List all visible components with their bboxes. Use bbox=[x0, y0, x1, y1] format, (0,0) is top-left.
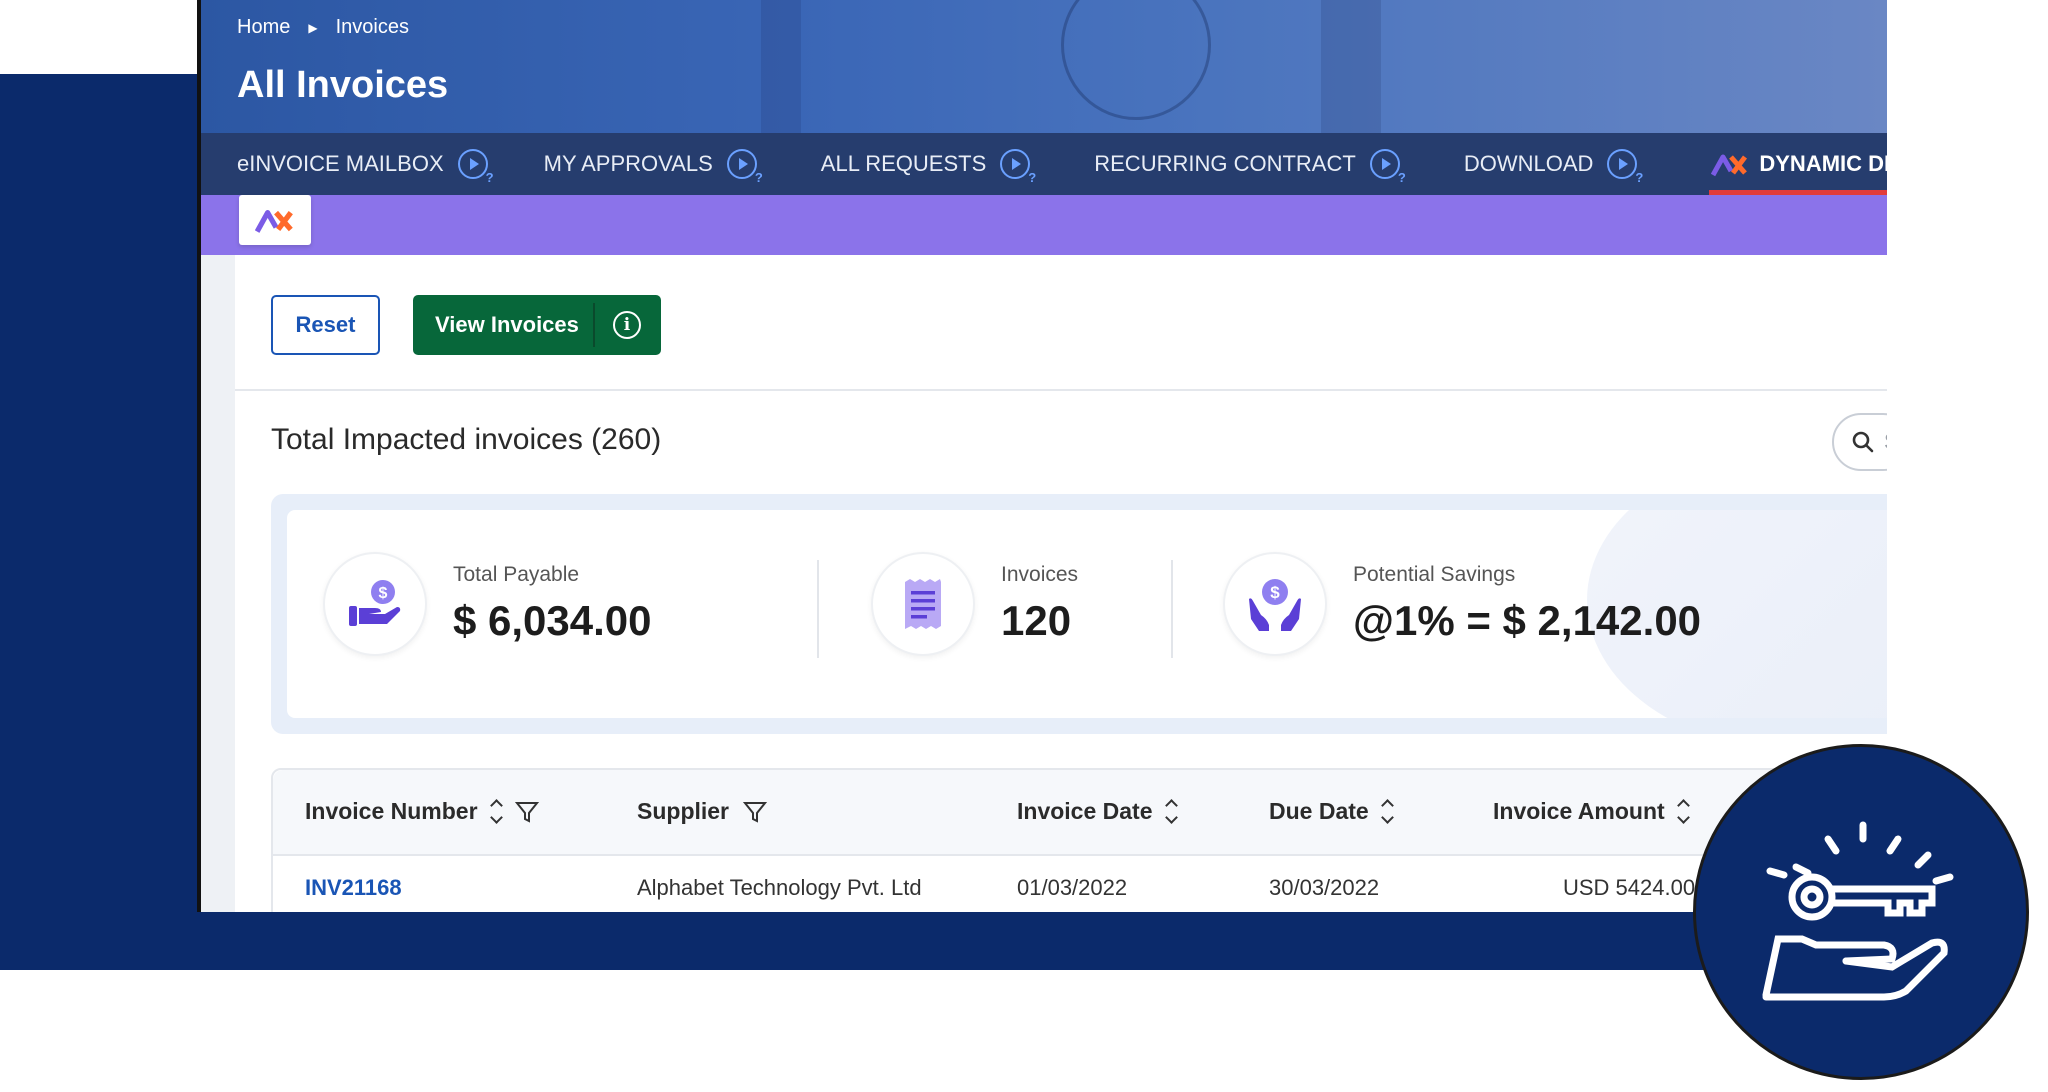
kpi-text: Total Payable $ 6,034.00 bbox=[453, 563, 652, 645]
header-decoration bbox=[1061, 0, 1211, 120]
sort-icon[interactable] bbox=[1164, 799, 1178, 824]
supplier-cell: Alphabet Technology Pvt. Ltd bbox=[637, 875, 922, 900]
divider bbox=[235, 389, 1887, 391]
screenshot-stage: Home ▶ Invoices All Invoices eINVOICE MA… bbox=[0, 0, 2048, 1092]
column-header-invoice-amount[interactable]: Invoice Amount bbox=[1493, 798, 1690, 825]
tab-dynamic-discounting[interactable]: DYNAMIC DISC bbox=[1677, 133, 1887, 195]
breadcrumb-home[interactable]: Home bbox=[237, 16, 290, 39]
column-header-invoice-date[interactable]: Invoice Date bbox=[1017, 798, 1178, 825]
kpi-value: $ 6,034.00 bbox=[453, 597, 652, 644]
header-decoration bbox=[1321, 0, 1381, 133]
tab-einvoice-mailbox[interactable]: eINVOICE MAILBOX ? bbox=[201, 133, 528, 195]
info-icon: i bbox=[613, 311, 641, 339]
column-label: Invoice Amount bbox=[1493, 798, 1665, 824]
kpi-text: Invoices 120 bbox=[1001, 563, 1078, 645]
due-date-cell: 30/03/2022 bbox=[1269, 875, 1380, 900]
svg-text:$: $ bbox=[379, 585, 388, 602]
kpi-panel: $ Total Payable $ 6,034.00 Invoices 120 … bbox=[271, 494, 1887, 734]
tab-all-requests[interactable]: ALL REQUESTS ? bbox=[797, 133, 1070, 195]
table-header: Invoice Number Supplier Invoice Date Due… bbox=[273, 770, 1887, 856]
tab-recurring-contract[interactable]: RECURRING CONTRACT ? bbox=[1070, 133, 1440, 195]
kpi-value: @1% = $ 2,142.00 bbox=[1353, 597, 1702, 644]
video-help-icon[interactable]: ? bbox=[1369, 149, 1406, 185]
tab-label: ALL REQUESTS bbox=[820, 151, 987, 176]
column-label: Invoice Date bbox=[1017, 798, 1153, 824]
search-input[interactable]: S bbox=[1832, 413, 1887, 471]
video-help-icon[interactable]: ? bbox=[1607, 149, 1643, 185]
view-invoices-button[interactable]: View Invoices i bbox=[413, 295, 661, 355]
column-header-supplier[interactable]: Supplier bbox=[637, 798, 768, 825]
column-label: Supplier bbox=[637, 798, 730, 824]
tab-bar: eINVOICE MAILBOX ? MY APPROVALS ? ALL RE… bbox=[201, 133, 1887, 195]
invoice-date-cell: 01/03/2022 bbox=[1017, 875, 1128, 900]
column-label: Due Date bbox=[1269, 798, 1369, 824]
video-help-icon[interactable]: ? bbox=[457, 149, 494, 185]
savings-hands-icon: $ bbox=[1223, 552, 1327, 656]
sort-icon[interactable] bbox=[1380, 799, 1394, 824]
search-placeholder: S bbox=[1884, 429, 1887, 455]
search-icon bbox=[1852, 431, 1874, 453]
ax-logo-icon bbox=[255, 210, 293, 233]
hand-dollar-icon: $ bbox=[323, 552, 427, 656]
kpi-divider bbox=[1171, 560, 1173, 658]
amount-cell: USD 5424.00 bbox=[1563, 875, 1696, 900]
tab-label: DOWNLOAD bbox=[1463, 151, 1594, 176]
module-strip bbox=[201, 195, 1887, 255]
tab-label: MY APPROVALS bbox=[543, 151, 713, 176]
reset-button[interactable]: Reset bbox=[271, 295, 380, 355]
sort-icon[interactable] bbox=[489, 799, 503, 824]
column-label: Invoice Number bbox=[305, 798, 478, 824]
kpi-card: $ Total Payable $ 6,034.00 Invoices 120 … bbox=[287, 510, 1887, 718]
kpi-total-payable: $ Total Payable $ 6,034.00 bbox=[323, 552, 652, 656]
header-decoration bbox=[761, 0, 801, 133]
section-title: Total Impacted invoices (260) bbox=[271, 423, 662, 456]
tab-my-approvals[interactable]: MY APPROVALS ? bbox=[528, 133, 797, 195]
breadcrumb: Home ▶ Invoices bbox=[237, 16, 409, 39]
left-rail bbox=[201, 255, 235, 912]
sort-icon[interactable] bbox=[1676, 799, 1690, 824]
chevron-right-icon: ▶ bbox=[308, 20, 318, 35]
app-window: Home ▶ Invoices All Invoices eINVOICE MA… bbox=[197, 0, 1887, 912]
video-help-icon[interactable]: ? bbox=[726, 149, 763, 185]
module-logo bbox=[239, 195, 311, 245]
invoice-number-link[interactable]: INV21168 bbox=[305, 875, 402, 901]
video-help-icon[interactable]: ? bbox=[1000, 149, 1036, 185]
filter-icon[interactable] bbox=[743, 800, 768, 824]
filter-icon[interactable] bbox=[514, 800, 539, 824]
kpi-label: Total Payable bbox=[453, 563, 580, 586]
page-header: Home ▶ Invoices All Invoices bbox=[201, 0, 1887, 133]
ax-logo-icon bbox=[1711, 154, 1748, 177]
tab-download[interactable]: DOWNLOAD ? bbox=[1440, 133, 1678, 195]
tab-label: DYNAMIC DISC bbox=[1759, 151, 1887, 176]
kpi-label: Potential Savings bbox=[1353, 563, 1516, 586]
page-title: All Invoices bbox=[237, 64, 449, 106]
kpi-text: Potential Savings @1% = $ 2,142.00 bbox=[1353, 563, 1701, 645]
view-invoices-label: View Invoices bbox=[435, 312, 579, 337]
breadcrumb-current: Invoices bbox=[335, 16, 409, 38]
svg-text:$: $ bbox=[1270, 583, 1280, 602]
column-header-invoice-number[interactable]: Invoice Number bbox=[305, 798, 539, 825]
receipt-icon bbox=[871, 552, 975, 656]
kpi-value: 120 bbox=[1001, 597, 1072, 644]
kpi-invoices: Invoices 120 bbox=[871, 552, 1078, 656]
kpi-label: Invoices bbox=[1001, 563, 1079, 586]
column-header-due-date[interactable]: Due Date bbox=[1269, 798, 1394, 825]
key-in-hand-badge bbox=[1693, 744, 2029, 1080]
kpi-potential-savings: $ Potential Savings @1% = $ 2,142.00 bbox=[1223, 552, 1701, 656]
invoice-table: Invoice Number Supplier Invoice Date Due… bbox=[271, 768, 1887, 912]
kpi-divider bbox=[817, 560, 819, 658]
info-button[interactable]: i bbox=[595, 311, 659, 339]
key-in-hand-icon bbox=[1762, 821, 1954, 1001]
tab-label: eINVOICE MAILBOX bbox=[237, 151, 444, 176]
tab-label: RECURRING CONTRACT bbox=[1094, 151, 1356, 176]
